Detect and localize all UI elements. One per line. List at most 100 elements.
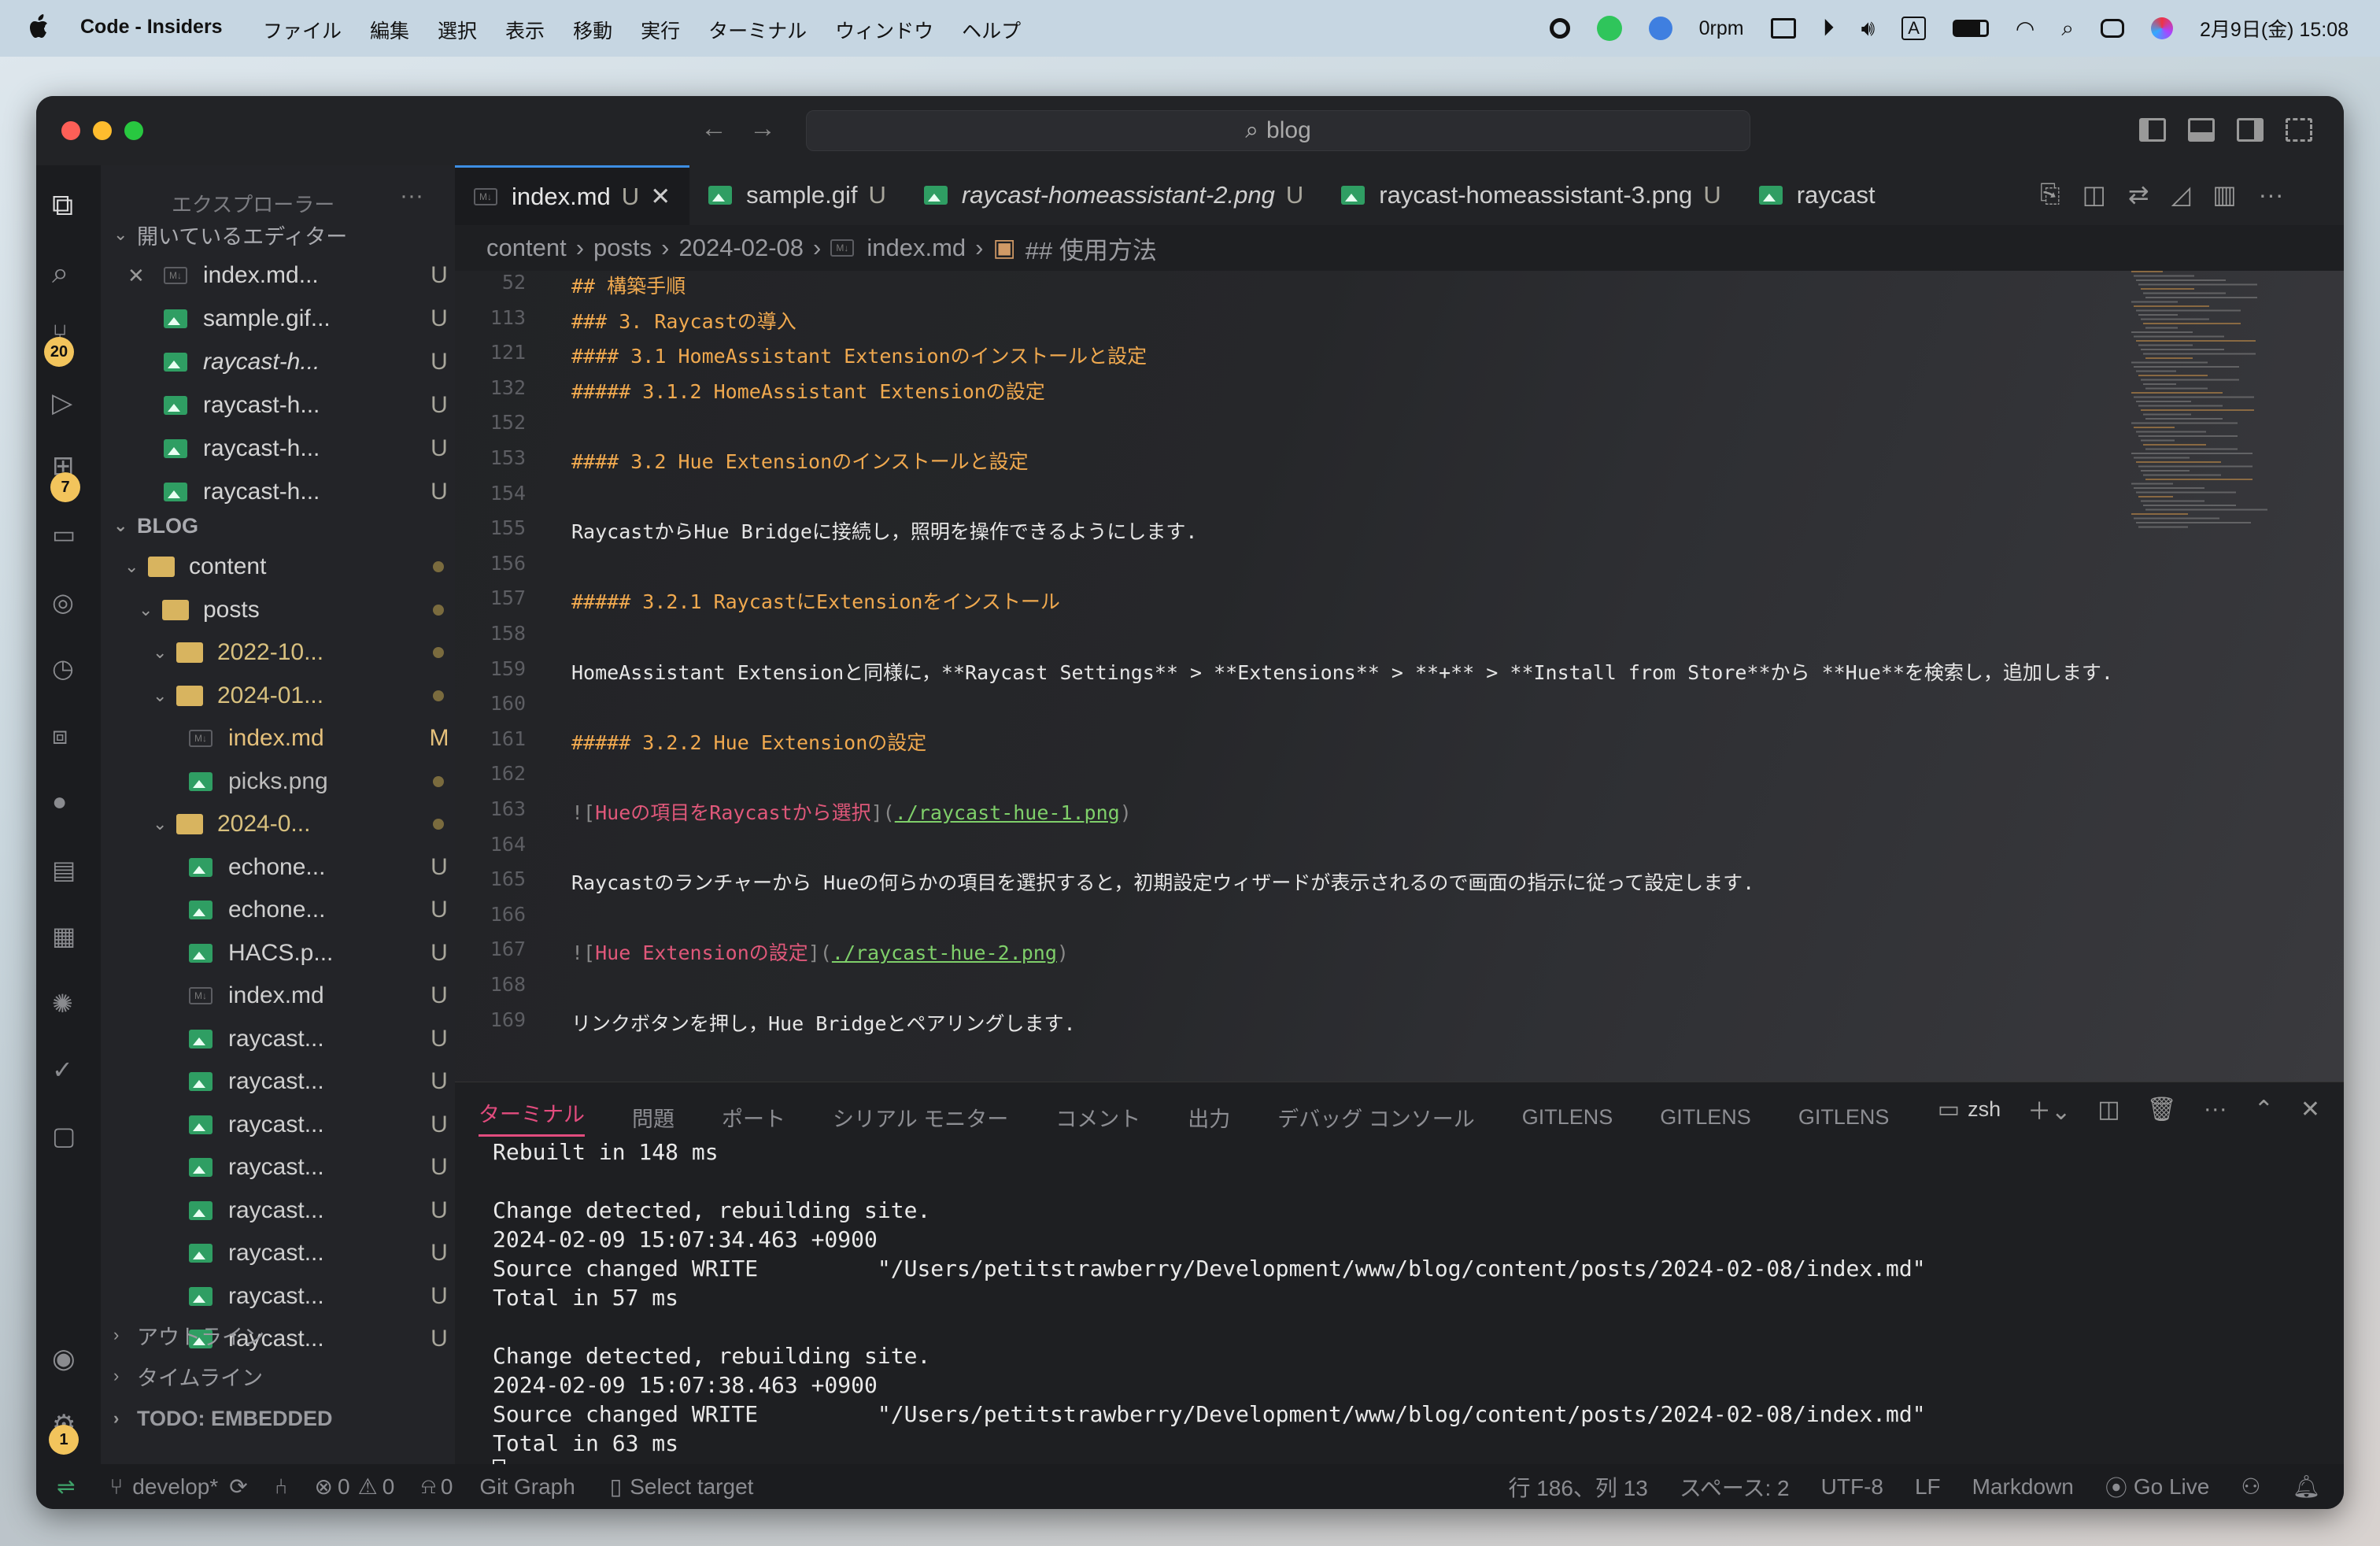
menu-item[interactable]: ヘルプ xyxy=(962,16,1021,44)
more-actions-icon[interactable]: ··· xyxy=(2204,1096,2227,1123)
open-editor-item[interactable]: ✕ M↓ index.md... U xyxy=(101,255,455,296)
editor-tab[interactable]: raycast-homeassistant-3.png U xyxy=(1322,165,1739,225)
back-arrow-icon[interactable]: ← xyxy=(700,113,727,144)
toggle-sidebar-icon[interactable] xyxy=(2139,118,2166,142)
open-editor-item[interactable]: raycast-h... U xyxy=(101,385,455,426)
panel-tab[interactable]: 問題 xyxy=(632,1102,674,1133)
spotlight-search-icon[interactable]: ⌕ xyxy=(2061,16,2074,42)
git-blame-icon[interactable]: ◿ xyxy=(2171,179,2191,209)
breadcrumb-item[interactable]: content xyxy=(486,234,567,262)
pull-requests-icon[interactable]: ⧈ xyxy=(52,721,87,756)
account-icon[interactable]: ◉ xyxy=(52,1343,87,1378)
docker-icon[interactable]: ▦ xyxy=(52,921,87,956)
cursor-position[interactable]: 行 186、列 13 xyxy=(1508,1471,1647,1503)
new-terminal-icon[interactable]: ＋⌄ xyxy=(2027,1092,2071,1126)
panel-tab[interactable]: シリアル モニター xyxy=(833,1102,1008,1133)
close-panel-icon[interactable]: ✕ xyxy=(2301,1096,2320,1123)
forward-arrow-icon[interactable]: → xyxy=(749,113,776,144)
editor-tab[interactable]: raycast xyxy=(1740,165,1894,225)
settings-gear-icon[interactable]: ⚙ 1 xyxy=(49,1409,87,1455)
wifi-icon[interactable]: ◠ xyxy=(2016,16,2034,42)
menu-item[interactable]: ファイル xyxy=(263,16,342,44)
kill-terminal-icon[interactable]: 🗑︎ xyxy=(2147,1096,2177,1123)
volume-icon[interactable]: 🔊︎ xyxy=(1861,16,1876,42)
errors-count[interactable]: 0 xyxy=(338,1474,350,1500)
folder-item[interactable]: ⌄ posts xyxy=(101,590,455,631)
input-mode[interactable]: A xyxy=(1901,17,1926,40)
panel-tab[interactable]: GITLENS xyxy=(1660,1105,1751,1130)
file-item[interactable]: echone... U xyxy=(101,890,455,930)
menu-item[interactable]: 移動 xyxy=(573,16,612,44)
more-actions-icon[interactable]: ··· xyxy=(2259,180,2284,209)
battery-icon[interactable] xyxy=(1952,20,1989,37)
panel-tab[interactable]: ポート xyxy=(722,1102,785,1133)
breadcrumb-item[interactable]: posts xyxy=(593,234,652,262)
git-compare-icon[interactable]: ⑃ xyxy=(275,1474,288,1500)
maximize-panel-icon[interactable]: ⌃ xyxy=(2254,1096,2274,1123)
encoding[interactable]: UTF-8 xyxy=(1821,1474,1883,1500)
panel-tab[interactable]: コメント xyxy=(1055,1102,1140,1133)
file-item[interactable]: raycast... U xyxy=(101,1190,455,1231)
control-center-icon[interactable] xyxy=(2101,19,2125,38)
ports-count[interactable]: 0 xyxy=(441,1474,453,1500)
zoom-window-button[interactable] xyxy=(124,121,143,140)
open-editor-item[interactable]: raycast-h... U xyxy=(101,342,455,383)
command-center-search[interactable]: ⌕ blog xyxy=(806,110,1750,151)
customize-layout-icon[interactable] xyxy=(2286,118,2312,142)
menu-item[interactable]: ターミナル xyxy=(708,16,807,44)
timeline-section[interactable]: › タイムライン xyxy=(101,1356,455,1396)
end-of-line[interactable]: LF xyxy=(1915,1474,1941,1500)
menu-item[interactable]: ウィンドウ xyxy=(835,16,933,44)
close-icon[interactable]: ✕ xyxy=(650,183,671,211)
testing-icon[interactable]: ✓ xyxy=(52,1055,87,1089)
menu-item[interactable]: 編集 xyxy=(370,16,409,44)
clock[interactable]: 2月9日(金) 15:08 xyxy=(2200,14,2349,43)
sync-icon[interactable] xyxy=(1648,17,1672,40)
monitor-icon[interactable] xyxy=(1770,18,1796,39)
file-item[interactable]: raycast... U xyxy=(101,1233,455,1274)
run-debug-icon[interactable]: ▷ xyxy=(52,387,87,422)
menu-item[interactable]: 選択 xyxy=(438,16,477,44)
folder-item[interactable]: ⌄ 2024-0... xyxy=(101,804,455,845)
file-item[interactable]: raycast... U xyxy=(101,1147,455,1188)
menu-item[interactable]: 実行 xyxy=(641,16,680,44)
preview-side-icon[interactable]: ◫ xyxy=(2082,179,2106,209)
github-icon[interactable]: ● xyxy=(52,787,87,822)
file-item[interactable]: HACS.p... U xyxy=(101,933,455,974)
folder-item[interactable]: ⌄ 2024-01... xyxy=(101,675,455,716)
file-item[interactable]: M↓ index.md U xyxy=(101,975,455,1016)
language-mode[interactable]: Markdown xyxy=(1972,1474,2074,1500)
editor-tab[interactable]: raycast-homeassistant-2.png U xyxy=(905,165,1322,225)
outline-section[interactable]: › アウトライン xyxy=(101,1315,455,1356)
project-header[interactable]: ⌄ BLOG xyxy=(101,505,455,546)
go-live-button[interactable]: Go Live xyxy=(2134,1474,2210,1500)
indentation[interactable]: スペース: 2 xyxy=(1680,1471,1790,1503)
timeline-icon[interactable]: ◷ xyxy=(52,653,87,688)
copilot-icon[interactable]: ⚇ xyxy=(2241,1474,2260,1500)
select-target-button[interactable]: Select target xyxy=(630,1474,753,1500)
notifications-bell-icon[interactable]: 🔔︎ xyxy=(2292,1474,2320,1500)
toggle-secondary-sidebar-icon[interactable] xyxy=(2237,118,2264,142)
menu-item[interactable]: 表示 xyxy=(505,16,545,44)
image-link-url[interactable]: ./raycast-hue-2.png xyxy=(832,941,1057,964)
gitlens-icon[interactable]: ◎ xyxy=(52,587,87,622)
editor-tab[interactable]: M↓ index.md U ✕ xyxy=(455,165,690,225)
shell-name[interactable]: zsh xyxy=(1968,1097,2001,1122)
open-editors-header[interactable]: ⌄ 開いているエディター xyxy=(101,214,455,255)
panel-tab[interactable]: ターミナル xyxy=(479,1097,585,1137)
panel-tab[interactable]: GITLENS xyxy=(1798,1105,1890,1130)
panel-tab[interactable]: 出力 xyxy=(1188,1102,1230,1133)
close-window-button[interactable] xyxy=(61,121,80,140)
file-item[interactable]: raycast... U xyxy=(101,1104,455,1145)
record-icon[interactable] xyxy=(1549,18,1570,39)
play-icon[interactable]: ⏵ xyxy=(1823,15,1835,42)
file-item[interactable]: raycast... U xyxy=(101,1061,455,1102)
source-control-icon[interactable]: ⑂ 20 xyxy=(44,320,87,367)
panel-tab[interactable]: GITLENS xyxy=(1522,1105,1613,1130)
minimize-window-button[interactable] xyxy=(93,121,112,140)
file-item[interactable]: picks.png xyxy=(101,761,455,802)
open-editor-item[interactable]: raycast-h... U xyxy=(101,428,455,469)
sync-icon[interactable]: ⟳ xyxy=(229,1474,247,1500)
file-item[interactable]: raycast... U xyxy=(101,1019,455,1060)
file-item[interactable]: raycast... U xyxy=(101,1276,455,1317)
